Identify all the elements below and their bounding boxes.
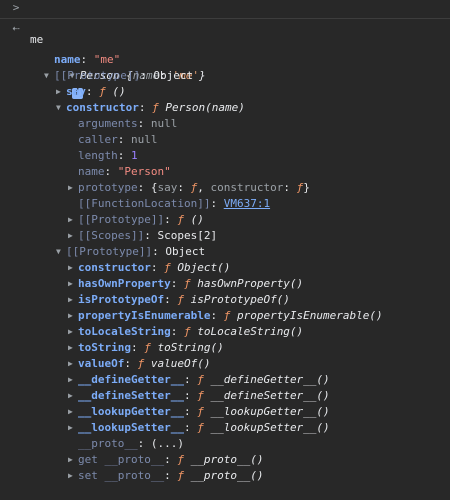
console-input-line[interactable]: > me xyxy=(0,0,450,46)
property-row-tostring[interactable]: ▶ toString: ƒ toString() xyxy=(0,324,450,354)
property-row-lookupgetter[interactable]: ▶ __lookupGetter__: ƒ __lookupGetter__() xyxy=(0,388,450,418)
chevron-right-icon: > xyxy=(12,1,20,14)
property-row-get-proto[interactable]: ▶ get __proto__: ƒ __proto__() xyxy=(0,436,450,466)
property-row-constructor[interactable]: ▼ constructor: ƒ Person(name) xyxy=(0,84,450,114)
property-row-lookupsetter[interactable]: ▶ __lookupSetter__: ƒ __lookupSetter__() xyxy=(0,404,450,434)
property-row-length[interactable]: ▶length: 1 xyxy=(0,132,450,162)
property-row-function-prototype[interactable]: ▶ [[Prototype]]: ƒ () xyxy=(0,196,450,226)
property-row-prototype[interactable]: ▶ prototype: {say: ƒ, constructor: ƒ} xyxy=(0,164,450,194)
property-row-propertyisenumerable[interactable]: ▶ propertyIsEnumerable: ƒ propertyIsEnume… xyxy=(0,292,450,322)
property-row-function-name[interactable]: ▶name: "Person" xyxy=(0,148,450,178)
property-row-arguments[interactable]: ▶arguments: null xyxy=(0,100,450,130)
property-row-set-proto[interactable]: ▶ set __proto__: ƒ __proto__() xyxy=(0,452,450,482)
result-header[interactable]: ⇠ ▼ Person {name: 'me'} i xyxy=(0,20,450,99)
property-row-definegetter[interactable]: ▶ __defineGetter__: ƒ __defineGetter__() xyxy=(0,356,450,386)
property-row-prototype-object[interactable]: ▼ [[Prototype]]: Object xyxy=(0,52,450,82)
devtools-console: > me ⇠ ▼Person {name: 'me'} i ▶name: "me… xyxy=(0,0,450,482)
property-row-name[interactable]: ▶name: "me" xyxy=(0,36,450,66)
property-row-tolocalestring[interactable]: ▶ toLocaleString: ƒ toLocaleString() xyxy=(0,308,450,338)
property-row-say[interactable]: ▶ say: ƒ () xyxy=(0,68,450,98)
property-row-prototype-object-2[interactable]: ▼ [[Prototype]]: Object xyxy=(0,228,450,258)
property-row-caller[interactable]: ▶caller: null xyxy=(0,116,450,146)
property-row-hasownproperty[interactable]: ▶ hasOwnProperty: ƒ hasOwnProperty() xyxy=(0,260,450,290)
collapsed-triangle-icon[interactable]: ▶ xyxy=(68,468,78,484)
property-row-valueof[interactable]: ▶ valueOf: ƒ valueOf() xyxy=(0,340,450,370)
property-row-function-location[interactable]: ▶[[FunctionLocation]]: VM637:1 xyxy=(0,180,450,210)
property-row-isprototypeof[interactable]: ▶ isPrototypeOf: ƒ isPrototypeOf() xyxy=(0,276,450,306)
property-row-definesetter[interactable]: ▶ __defineSetter__: ƒ __defineSetter__() xyxy=(0,372,450,402)
property-row-proto[interactable]: ▶__proto__: (...) xyxy=(0,420,450,450)
property-row-scopes[interactable]: ▶ [[Scopes]]: Scopes[2] xyxy=(0,212,450,242)
divider xyxy=(0,18,450,19)
return-arrow-icon: ⇠ xyxy=(12,21,20,35)
property-row-object-constructor[interactable]: ▶ constructor: ƒ Object() xyxy=(0,244,450,274)
